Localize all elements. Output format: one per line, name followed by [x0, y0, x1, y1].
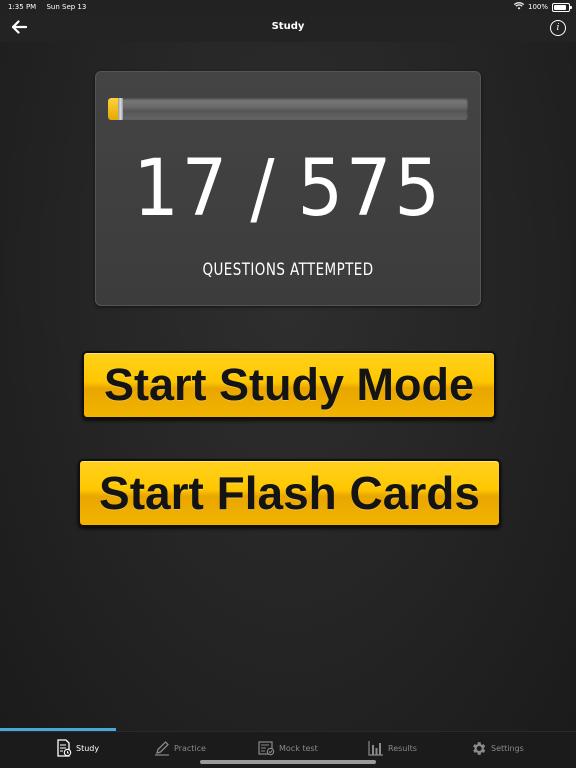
study-doc-icon	[56, 739, 72, 757]
status-right: 100%	[513, 2, 572, 12]
wifi-icon	[513, 2, 525, 12]
questions-attempted-label: QUESTIONS ATTEMPTED	[202, 260, 374, 280]
tab-results[interactable]: Results	[368, 737, 417, 759]
battery-icon	[552, 2, 572, 12]
status-time: 1:35 PM	[8, 3, 37, 11]
gear-icon	[470, 740, 487, 757]
start-flash-cards-label: Start Flash Cards	[99, 467, 480, 519]
status-date: Sun Sep 13	[46, 3, 87, 11]
info-button[interactable]: i	[550, 20, 566, 36]
home-indicator[interactable]	[200, 760, 376, 764]
mock-test-icon	[258, 740, 275, 756]
tab-settings-label: Settings	[491, 743, 524, 753]
tab-practice-label: Practice	[174, 743, 206, 753]
tab-settings[interactable]: Settings	[470, 737, 524, 759]
battery-fill	[554, 4, 566, 10]
start-study-mode-button[interactable]: Start Study Mode	[82, 351, 496, 419]
attempted-number: 17	[133, 144, 231, 234]
status-bar: 1:35 PM Sun Sep 13 100%	[0, 0, 576, 14]
count-separator: /	[250, 144, 278, 234]
tab-mock-test[interactable]: Mock test	[258, 737, 318, 759]
pencil-icon	[154, 740, 170, 756]
page-title: Study	[271, 21, 305, 32]
tab-mock-test-label: Mock test	[279, 743, 318, 753]
tab-results-label: Results	[388, 743, 417, 753]
bar-chart-icon	[368, 740, 384, 756]
tab-study-label: Study	[76, 743, 100, 753]
battery-percent: 100%	[527, 3, 548, 11]
progress-knob	[118, 98, 123, 120]
progress-bar	[108, 98, 468, 120]
tab-study[interactable]: Study	[56, 737, 99, 759]
info-icon: i	[556, 23, 560, 33]
nav-bar: Study i	[0, 14, 576, 42]
tab-practice[interactable]: Practice	[154, 737, 206, 759]
status-left: 1:35 PM Sun Sep 13	[8, 3, 94, 11]
attempted-count: 17/575	[111, 144, 464, 234]
start-study-mode-label: Start Study Mode	[103, 359, 475, 410]
start-flash-cards-button[interactable]: Start Flash Cards	[78, 459, 501, 527]
progress-card: 17/575 QUESTIONS ATTEMPTED	[95, 71, 481, 306]
total-number: 575	[297, 144, 443, 234]
